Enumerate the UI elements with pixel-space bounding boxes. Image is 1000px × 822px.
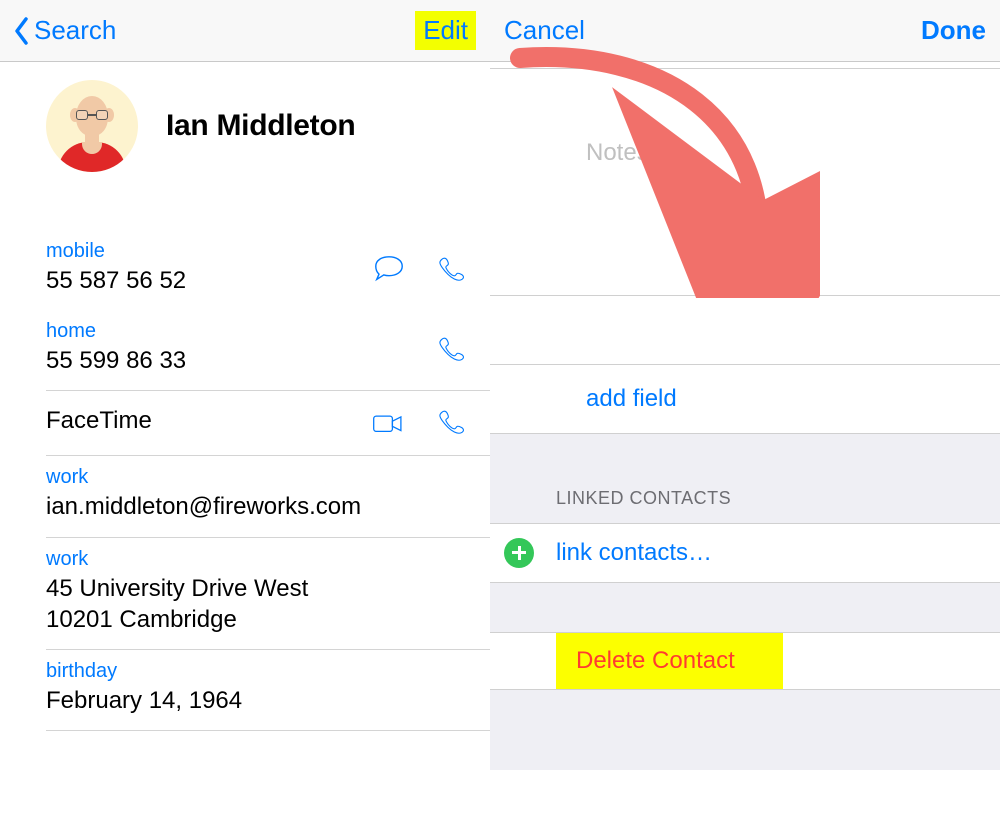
field-label: home — [46, 320, 476, 343]
spacer — [490, 583, 1000, 633]
done-button[interactable]: Done — [921, 15, 986, 46]
field-label: work — [46, 548, 476, 571]
add-field-label: add field — [586, 385, 677, 412]
field-mobile[interactable]: mobile 55 587 56 52 — [46, 230, 490, 310]
delete-contact-row[interactable]: Delete Contact — [490, 633, 1000, 690]
address-line2: 10201 Cambridge — [46, 604, 476, 635]
phone-icon[interactable] — [434, 406, 468, 440]
avatar[interactable] — [46, 80, 138, 172]
notes-field[interactable]: Notes — [490, 68, 1000, 296]
video-icon[interactable] — [372, 406, 406, 440]
field-label: work — [46, 466, 476, 489]
link-contacts-row[interactable]: link contacts… — [490, 524, 1000, 583]
add-field-row[interactable]: add field — [490, 364, 1000, 434]
field-birthday[interactable]: birthday February 14, 1964 — [46, 650, 490, 731]
field-value: 55 599 86 33 — [46, 345, 476, 376]
field-facetime[interactable]: FaceTime — [46, 391, 490, 456]
address-line1: 45 University Drive West — [46, 573, 476, 604]
field-label: birthday — [46, 660, 476, 683]
back-button[interactable]: Search — [14, 15, 116, 46]
field-value: ian.middleton@fireworks.com — [46, 491, 476, 522]
field-value: February 14, 1964 — [46, 685, 476, 716]
nav-bar-right: Cancel Done — [490, 0, 1000, 62]
delete-contact-label: Delete Contact — [576, 647, 735, 674]
plus-icon — [504, 538, 534, 568]
contact-edit-screen: Cancel Done Notes add field LINKED CONTA… — [490, 0, 1000, 822]
chevron-left-icon — [14, 17, 30, 45]
notes-label: Notes — [586, 139, 1000, 167]
field-home[interactable]: home 55 599 86 33 — [46, 310, 490, 391]
edit-body: Notes add field LINKED CONTACTS link con… — [490, 68, 1000, 822]
field-email[interactable]: work ian.middleton@fireworks.com — [46, 456, 490, 537]
contact-detail-screen: Search Edit Ian Middleton mobile 55 587 … — [0, 0, 490, 822]
back-label: Search — [34, 15, 116, 46]
contact-header: Ian Middleton — [0, 62, 490, 182]
cancel-button[interactable]: Cancel — [504, 15, 585, 46]
linked-contacts-header: LINKED CONTACTS — [490, 434, 1000, 524]
message-icon[interactable] — [372, 253, 406, 287]
link-contacts-label: link contacts… — [556, 539, 712, 567]
nav-bar-left: Search Edit — [0, 0, 490, 62]
spacer — [490, 690, 1000, 770]
phone-icon[interactable] — [434, 253, 468, 287]
phone-icon[interactable] — [434, 333, 468, 367]
fields-list: mobile 55 587 56 52 home 55 599 86 33 — [0, 182, 490, 731]
edit-button[interactable]: Edit — [415, 11, 476, 50]
field-address[interactable]: work 45 University Drive West 10201 Camb… — [46, 538, 490, 650]
contact-name: Ian Middleton — [166, 109, 355, 143]
